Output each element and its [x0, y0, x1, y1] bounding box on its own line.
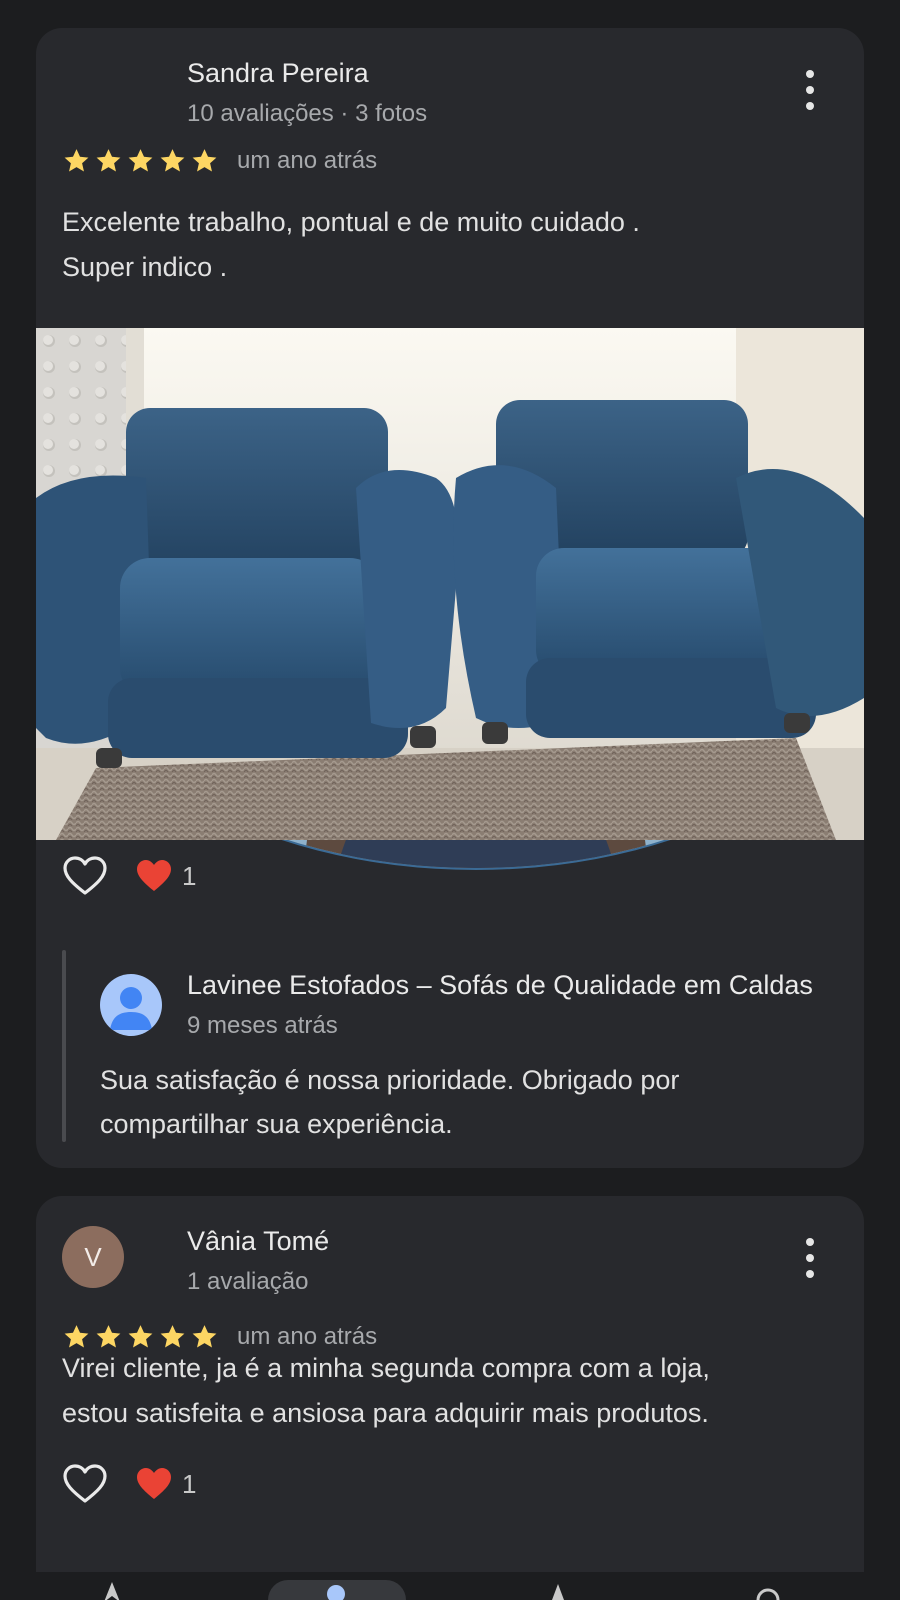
explore-icon[interactable] — [94, 1578, 130, 1600]
rating-row: um ano atrás — [62, 146, 377, 176]
star-icon — [126, 147, 155, 175]
owner-name[interactable]: Lavinee Estofados – Sofás de Qualidade e… — [187, 970, 813, 1001]
more-options-icon[interactable] — [800, 1238, 820, 1278]
like-count: 1 — [182, 860, 197, 891]
review-text-line: estou satisfeita e ansiosa para adquirir… — [62, 1398, 709, 1428]
review-text-line: Excelente trabalho, pontual e de muito c… — [62, 207, 640, 237]
reviews-page: Sandra Pereira 10 avaliações · 3 fotos u… — [0, 0, 900, 1600]
star-icon — [190, 147, 219, 175]
reply-divider — [62, 950, 66, 1142]
review-card: V Vânia Tomé 1 avaliação um ano atrás Vi… — [36, 1196, 864, 1600]
review-time: um ano atrás — [237, 147, 378, 174]
star-icon — [94, 147, 123, 175]
saved-icon[interactable] — [540, 1578, 576, 1600]
avatar[interactable]: V — [62, 1226, 124, 1288]
review-photo[interactable] — [36, 328, 864, 840]
review-text: Virei cliente, ja é a minha segunda comp… — [62, 1346, 832, 1436]
author-name[interactable]: Sandra Pereira — [187, 58, 369, 89]
review-actions: 1 — [62, 854, 196, 898]
review-card: Sandra Pereira 10 avaliações · 3 fotos u… — [36, 28, 864, 1168]
review-text: Excelente trabalho, pontual e de muito c… — [62, 200, 832, 290]
reply-text-line: Sua satisfação é nossa prioridade. Obrig… — [100, 1065, 680, 1095]
owner-reply: Lavinee Estofados – Sofás de Qualidade e… — [62, 950, 864, 1142]
review-text-line: Super indico . — [62, 252, 228, 282]
go-icon[interactable] — [318, 1578, 354, 1600]
reply-text-line: compartilhar sua experiência. — [100, 1109, 453, 1139]
bottom-navigation — [0, 1572, 900, 1600]
reply-text: Sua satisfação é nossa prioridade. Obrig… — [100, 1058, 840, 1146]
reply-time: 9 meses atrás — [187, 1012, 338, 1039]
like-icon[interactable] — [62, 855, 108, 897]
star-icon — [62, 147, 91, 175]
heart-filled-icon — [136, 859, 172, 893]
like-icon[interactable] — [62, 1463, 108, 1505]
more-options-icon[interactable] — [800, 70, 820, 110]
author-name[interactable]: Vânia Tomé — [187, 1226, 329, 1257]
contribute-icon[interactable] — [750, 1578, 786, 1600]
review-header: V Vânia Tomé 1 avaliação — [62, 1226, 844, 1295]
owner-avatar-icon[interactable] — [100, 974, 162, 1036]
review-header: Sandra Pereira 10 avaliações · 3 fotos — [62, 58, 864, 870]
review-actions: 1 — [62, 1462, 196, 1506]
star-icon — [158, 147, 187, 175]
author-meta: 1 avaliação — [187, 1268, 309, 1295]
heart-filled-icon — [136, 1467, 172, 1501]
author-meta: 10 avaliações · 3 fotos — [187, 100, 428, 127]
review-text-line: Virei cliente, ja é a minha segunda comp… — [62, 1353, 710, 1383]
like-count: 1 — [182, 1468, 197, 1499]
star-rating — [62, 147, 219, 175]
